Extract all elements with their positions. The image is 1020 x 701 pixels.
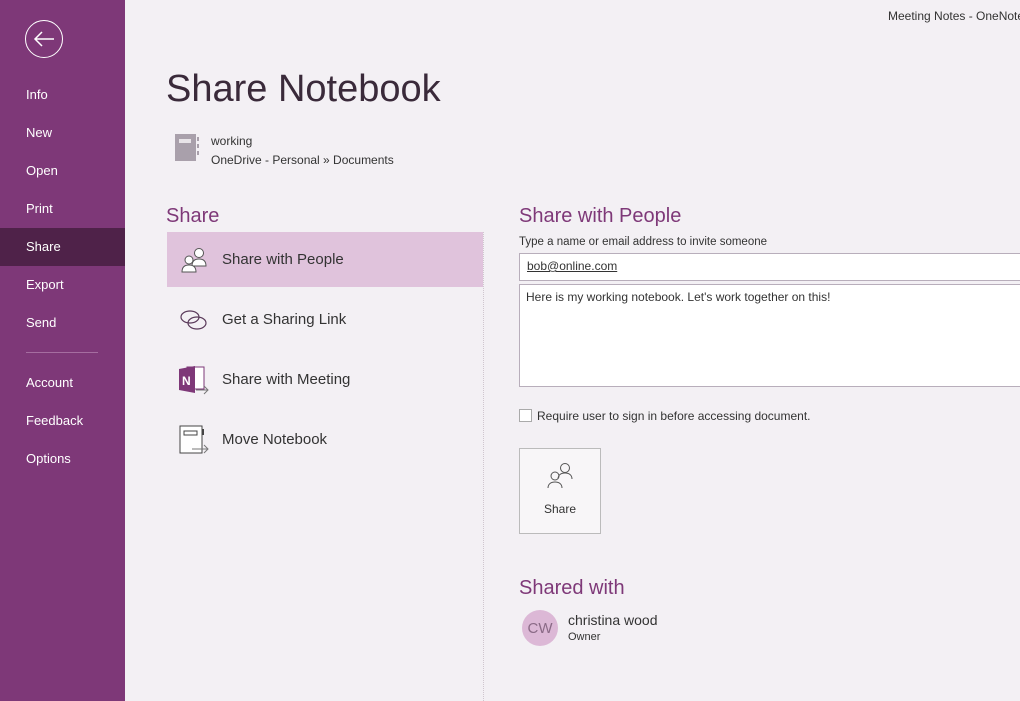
- sidebar-item-info[interactable]: Info: [0, 76, 125, 114]
- backstage-sidebar: Info New Open Print Share Export Send Ac…: [0, 0, 125, 701]
- require-signin-checkbox[interactable]: [519, 409, 532, 422]
- move-notebook-icon: [174, 424, 214, 456]
- person-role: Owner: [568, 631, 601, 643]
- notebook-path: OneDrive - Personal » Documents: [211, 153, 394, 167]
- link-icon: [174, 308, 214, 332]
- share-with-people-option[interactable]: Share with People: [167, 232, 483, 287]
- avatar: CW: [522, 610, 558, 646]
- sidebar-divider: [26, 352, 98, 353]
- sidebar-item-share[interactable]: Share: [0, 228, 125, 266]
- shared-with-heading: Shared with: [519, 577, 625, 599]
- panel-divider: [483, 232, 484, 701]
- get-sharing-link-option[interactable]: Get a Sharing Link: [167, 292, 483, 347]
- option-label: Move Notebook: [222, 431, 328, 448]
- share-button-label: Share: [543, 502, 577, 516]
- share-heading: Share: [166, 205, 220, 227]
- share-with-meeting-option[interactable]: N Share with Meeting: [167, 352, 483, 407]
- notebook-icon: [174, 133, 200, 168]
- email-field[interactable]: bob@online.com: [519, 253, 1020, 281]
- svg-text:N: N: [182, 374, 191, 388]
- people-icon: [174, 245, 214, 275]
- sidebar-item-account[interactable]: Account: [0, 364, 125, 402]
- onenote-meeting-icon: N: [174, 364, 214, 396]
- sidebar-item-open[interactable]: Open: [0, 152, 125, 190]
- person-name: christina wood: [568, 612, 658, 628]
- move-notebook-option[interactable]: Move Notebook: [167, 412, 483, 467]
- sidebar-item-options[interactable]: Options: [0, 440, 125, 478]
- share-button[interactable]: Share: [519, 448, 601, 534]
- arrow-left-icon: [33, 31, 54, 47]
- sidebar-item-new[interactable]: New: [0, 114, 125, 152]
- message-field[interactable]: Here is my working notebook. Let's work …: [519, 284, 1020, 387]
- window-title: Meeting Notes - OneNote: [888, 9, 1020, 23]
- sidebar-item-feedback[interactable]: Feedback: [0, 402, 125, 440]
- share-with-people-heading: Share with People: [519, 205, 682, 227]
- option-label: Share with Meeting: [222, 371, 351, 388]
- sidebar-item-send[interactable]: Send: [0, 304, 125, 342]
- option-label: Share with People: [222, 251, 344, 268]
- require-signin-label: Require user to sign in before accessing…: [537, 409, 811, 423]
- sidebar-item-print[interactable]: Print: [0, 190, 125, 228]
- notebook-name: working: [211, 134, 253, 148]
- sidebar-item-export[interactable]: Export: [0, 266, 125, 304]
- people-icon: [520, 461, 600, 496]
- option-label: Get a Sharing Link: [222, 311, 347, 328]
- back-button[interactable]: [25, 20, 63, 58]
- page-title: Share Notebook: [166, 68, 441, 110]
- invite-label: Type a name or email address to invite s…: [519, 236, 768, 248]
